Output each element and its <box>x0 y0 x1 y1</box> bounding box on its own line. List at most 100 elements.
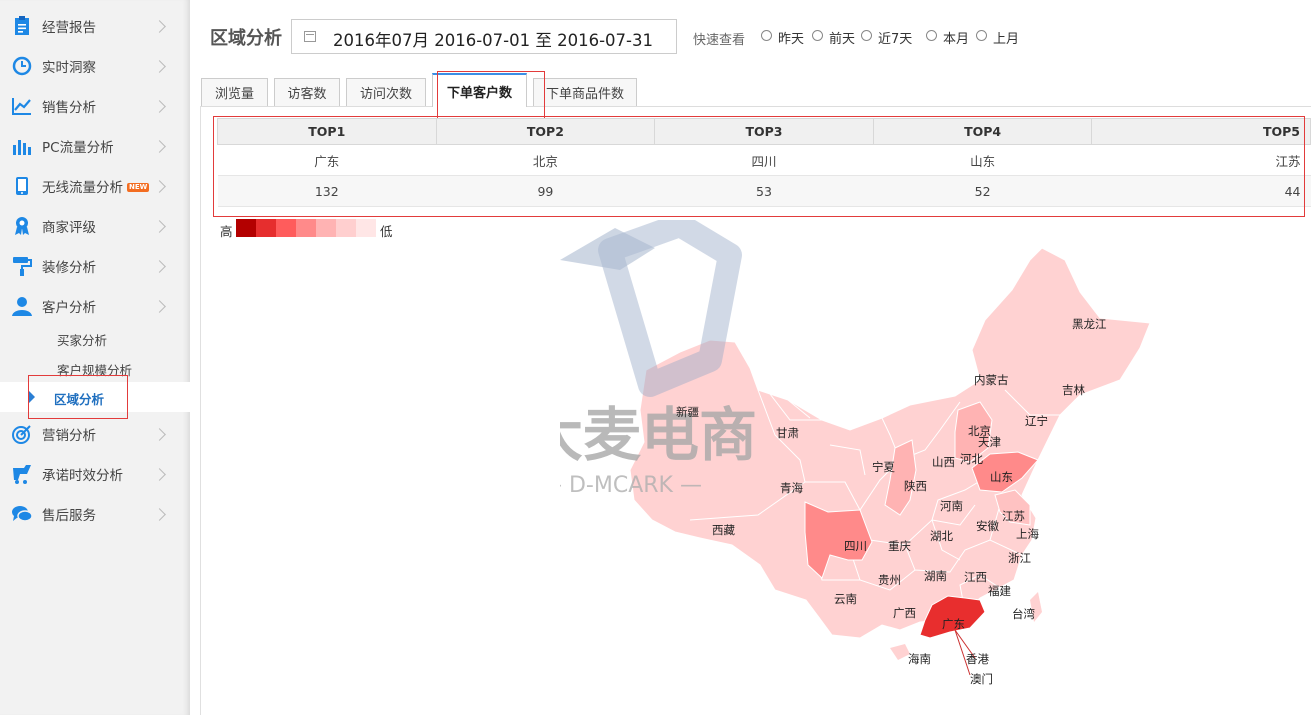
sidebar-item-label: 承诺时效分析 <box>42 468 123 484</box>
chevron-right-icon <box>153 427 166 441</box>
sidebar: 经营报告 实时洞察 销售分析 PC流量分析 无线流量分析 NEW 商家评级 装修… <box>0 0 190 715</box>
table-header: TOP1 <box>217 118 437 145</box>
sidebar-item-business-report[interactable]: 经营报告 <box>0 6 190 46</box>
report-icon <box>12 16 32 36</box>
radio-last-7-days[interactable] <box>861 30 872 41</box>
legend-swatch <box>276 219 296 237</box>
table-cell-region: 四川 <box>654 144 874 176</box>
sidebar-item-realtime[interactable]: 实时洞察 <box>0 46 190 86</box>
radio-label: 本月 <box>943 32 970 47</box>
tab-visits[interactable]: 访问次数 <box>346 78 426 106</box>
map-region-hainan[interactable] <box>890 644 910 660</box>
chevron-right-icon <box>153 19 166 33</box>
tab-pageviews[interactable]: 浏览量 <box>201 78 268 106</box>
map-label: 江西 <box>964 570 987 584</box>
map-label: 河南 <box>940 499 963 513</box>
tab-order-customers[interactable]: 下单客户数 <box>432 73 527 107</box>
sidebar-item-after-sales[interactable]: 售后服务 <box>0 494 190 534</box>
table-cell-region: 山东 <box>873 144 1092 176</box>
legend-high-label: 高 <box>220 224 233 239</box>
map-label: 湖南 <box>924 569 947 583</box>
map-label: 海南 <box>908 652 931 666</box>
china-region-map[interactable]: 大麦电商 — D-MCARK — 黑龙江 吉林 内蒙古 辽宁 新疆 甘肃 北京 … <box>560 220 1160 700</box>
map-label: 广东 <box>942 617 965 631</box>
table-header: TOP2 <box>435 118 656 145</box>
map-label: 天津 <box>978 435 1001 449</box>
radio-yesterday[interactable] <box>761 30 772 41</box>
radio-day-before[interactable] <box>812 30 823 41</box>
table-cell-region: 江苏 <box>1091 144 1311 176</box>
sidebar-item-label: 商家评级 <box>42 220 96 236</box>
paint-roller-icon <box>12 256 32 276</box>
table-cell-value: 44 <box>1091 175 1311 207</box>
sub-item-customer-scale[interactable]: 客户规模分析 <box>57 360 132 379</box>
sub-item-buyer-analysis[interactable]: 买家分析 <box>57 330 107 349</box>
map-label: 陕西 <box>904 479 927 493</box>
sub-item-label: 区域分析 <box>54 392 105 407</box>
sidebar-item-label: 实时洞察 <box>42 60 96 76</box>
table-header: TOP3 <box>654 118 874 145</box>
map-label: 浙江 <box>1008 551 1031 565</box>
table-cell-value: 52 <box>873 175 1092 207</box>
content-border <box>200 106 201 715</box>
map-label: 台湾 <box>1012 607 1035 621</box>
mobile-icon <box>12 176 32 196</box>
sidebar-item-mobile-traffic[interactable]: 无线流量分析 NEW <box>0 166 190 206</box>
sidebar-item-label: 装修分析 <box>42 260 96 276</box>
map-label: 黑龙江 <box>1072 317 1107 331</box>
watermark-sub-text: — D-MCARK — <box>560 473 702 498</box>
map-label: 广西 <box>893 606 916 620</box>
tab-order-items[interactable]: 下单商品件数 <box>533 78 637 106</box>
chevron-right-icon <box>153 467 166 481</box>
legend-swatch <box>236 219 256 237</box>
clock-icon <box>12 56 32 76</box>
radio-last-month[interactable] <box>976 30 987 41</box>
delivery-icon <box>12 464 32 484</box>
map-label: 安徽 <box>976 519 999 533</box>
table-row: 广东 北京 四川 山东 江苏 <box>217 144 1311 176</box>
table-header: TOP5 <box>1091 118 1311 145</box>
table-cell-value: 53 <box>654 175 874 207</box>
bar-chart-icon <box>12 136 32 156</box>
ribbon-icon <box>12 216 32 236</box>
chevron-right-icon <box>153 507 166 521</box>
map-label: 宁夏 <box>872 460 895 474</box>
table-cell-value: 99 <box>436 175 655 207</box>
calendar-icon <box>304 31 316 42</box>
map-label: 福建 <box>988 584 1011 598</box>
target-icon <box>12 424 32 444</box>
map-label: 四川 <box>844 539 867 553</box>
sidebar-item-marketing[interactable]: 营销分析 <box>0 414 190 454</box>
sidebar-item-sales[interactable]: 销售分析 <box>0 86 190 126</box>
map-label: 香港 <box>966 652 989 666</box>
sidebar-item-merchant-rating[interactable]: 商家评级 <box>0 206 190 246</box>
radio-label: 近7天 <box>878 32 913 47</box>
map-label: 西藏 <box>712 523 735 537</box>
sidebar-item-pc-traffic[interactable]: PC流量分析 <box>0 126 190 166</box>
legend-color-scale <box>236 219 376 237</box>
table-header-row: TOP1 TOP2 TOP3 TOP4 TOP5 <box>217 118 1311 145</box>
chevron-right-icon <box>153 99 166 113</box>
chevron-right-icon <box>153 259 166 273</box>
table-header: TOP4 <box>872 118 1093 145</box>
date-range-picker[interactable]: 2016年07月 2016-07-01 至 2016-07-31 <box>291 19 677 54</box>
sidebar-item-customer-analysis[interactable]: 客户分析 <box>0 286 190 326</box>
table-cell-value: 132 <box>217 175 437 207</box>
map-label: 澳门 <box>970 672 993 686</box>
sidebar-item-delivery[interactable]: 承诺时效分析 <box>0 454 190 494</box>
sub-item-region-analysis[interactable]: 区域分析 <box>0 382 190 412</box>
tab-visitors[interactable]: 访客数 <box>274 78 340 106</box>
map-label: 吉林 <box>1062 383 1085 397</box>
date-range-text: 2016年07月 2016-07-01 至 2016-07-31 <box>333 31 654 50</box>
line-chart-icon <box>12 96 32 116</box>
sidebar-item-decoration[interactable]: 装修分析 <box>0 246 190 286</box>
chevron-right-icon <box>153 59 166 73</box>
radio-this-month[interactable] <box>926 30 937 41</box>
sidebar-item-label: 经营报告 <box>42 20 96 36</box>
sidebar-item-label: 销售分析 <box>42 100 96 116</box>
table-cell-region: 广东 <box>217 144 437 176</box>
radio-label: 上月 <box>993 32 1020 47</box>
map-label: 云南 <box>834 592 857 606</box>
map-label: 重庆 <box>888 539 911 553</box>
map-label: 新疆 <box>676 405 699 419</box>
